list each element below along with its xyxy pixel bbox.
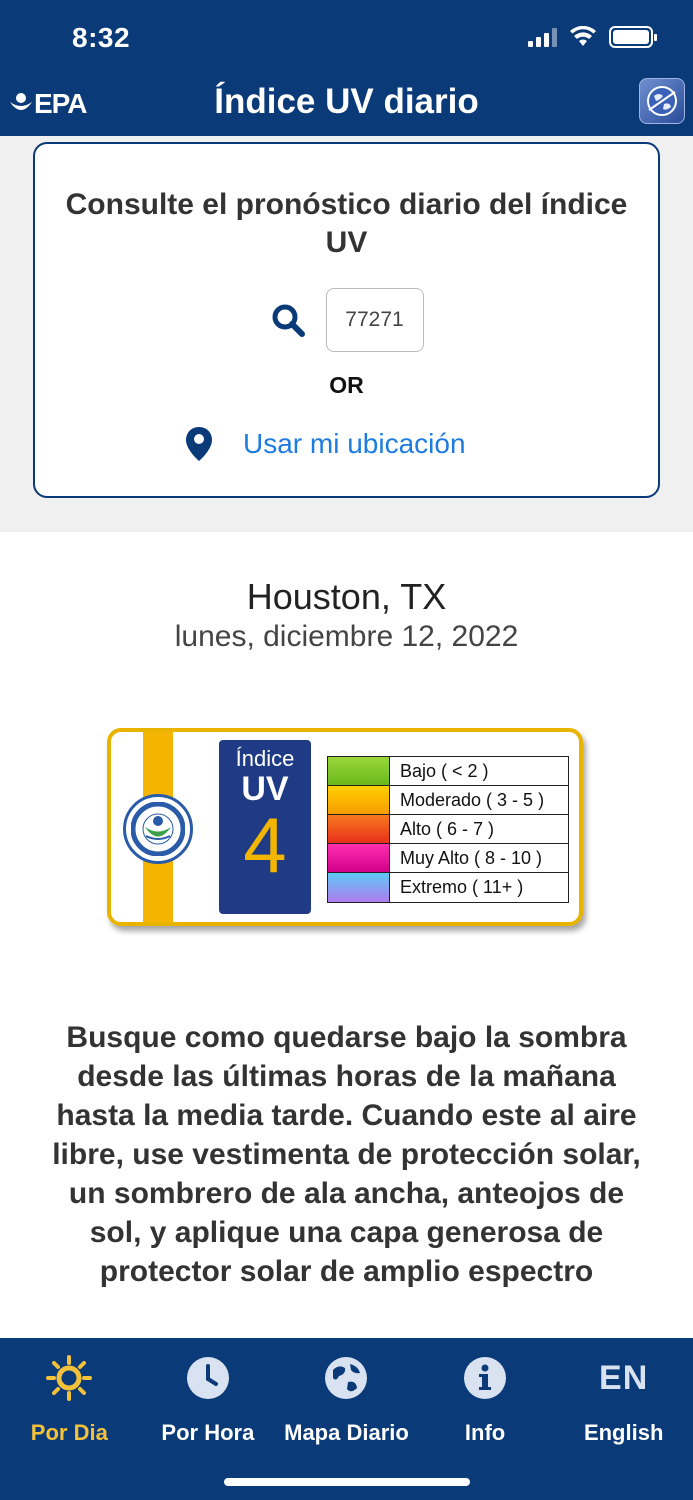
page-title: Índice UV diario [214, 82, 479, 121]
tab-label: English [583, 1420, 664, 1445]
clock-icon [186, 1357, 229, 1399]
location-pin-icon [186, 427, 212, 461]
epa-seal-icon [123, 794, 193, 864]
cellular-signal-icon [528, 27, 557, 47]
sun-icon [46, 1355, 93, 1401]
tab-mapa-diario[interactable]: Mapa Diario [277, 1338, 416, 1500]
search-heading: Consulte el pronóstico diario del índice… [65, 188, 628, 259]
scale-row-moderado: Moderado ( 3 - 5 ) [328, 786, 568, 815]
scale-label: Moderado ( 3 - 5 ) [400, 790, 545, 810]
scale-label: Alto ( 6 - 7 ) [400, 819, 495, 839]
forecast-date: lunes, diciembre 12, 2022 [174, 620, 519, 653]
info-icon [464, 1357, 507, 1399]
status-time: 8:32 [72, 22, 131, 53]
tab-label: Mapa Diario [284, 1420, 409, 1445]
tab-label: Info [464, 1420, 506, 1445]
city-name: Houston, TX [246, 576, 447, 617]
scale-swatch [328, 844, 390, 872]
scale-row-alto: Alto ( 6 - 7 ) [328, 815, 568, 844]
search-section: Consulte el pronóstico diario del índice… [0, 136, 693, 532]
zip-search-row [35, 288, 658, 352]
tab-info[interactable]: Info [416, 1338, 555, 1500]
scale-label: Extremo ( 11+ ) [400, 877, 524, 897]
scale-row-bajo: Bajo ( < 2 ) [328, 757, 568, 786]
globe-button[interactable] [639, 78, 685, 124]
tab-label: Por Dia [30, 1420, 108, 1445]
search-icon[interactable] [270, 302, 306, 338]
bottom-tab-bar: Por Dia Por Hora Mapa Diario Info EN Eng… [0, 1338, 693, 1500]
scale-label: Bajo ( < 2 ) [400, 761, 489, 781]
tab-label: Por Hora [161, 1420, 255, 1445]
globe-icon [647, 86, 677, 116]
sun-protection-advice: Busque como quedarse bajo la sombra desd… [52, 1021, 641, 1288]
home-indicator[interactable] [224, 1478, 470, 1486]
uv-scale-legend: Bajo ( < 2 ) Moderado ( 3 - 5 ) Alto ( 6… [327, 756, 569, 903]
uv-value-box: Índice UV 4 [219, 740, 311, 914]
battery-icon [609, 26, 657, 48]
scale-row-extremo: Extremo ( 11+ ) [328, 873, 568, 902]
scale-swatch [328, 786, 390, 814]
uv-index-value: 4 [243, 801, 287, 889]
tab-english[interactable]: EN English [554, 1338, 693, 1500]
app-header: 8:32 EPA Índice UV diario [0, 0, 693, 136]
uv-index-badge: Índice UV 4 Bajo ( < 2 ) Moderado ( 3 - … [107, 728, 583, 926]
use-location-link[interactable]: Usar mi ubicación [243, 428, 466, 460]
zip-code-input[interactable] [325, 288, 424, 352]
language-en-icon: EN [599, 1358, 649, 1397]
or-label: OR [329, 372, 364, 398]
use-location-row[interactable]: Usar mi ubicación [185, 426, 466, 462]
tab-por-dia[interactable]: Por Dia [0, 1338, 139, 1500]
search-card: Consulte el pronóstico diario del índice… [33, 142, 660, 498]
scale-swatch [328, 815, 390, 843]
scale-row-muy-alto: Muy Alto ( 8 - 10 ) [328, 844, 568, 873]
scale-label: Muy Alto ( 8 - 10 ) [400, 848, 543, 868]
tab-por-hora[interactable]: Por Hora [139, 1338, 278, 1500]
globe-icon [325, 1357, 368, 1399]
scale-swatch [328, 757, 390, 785]
scale-swatch [328, 873, 390, 902]
uv-indice-label: Índice [235, 746, 295, 771]
status-icons [528, 26, 657, 48]
wifi-icon [570, 26, 596, 46]
